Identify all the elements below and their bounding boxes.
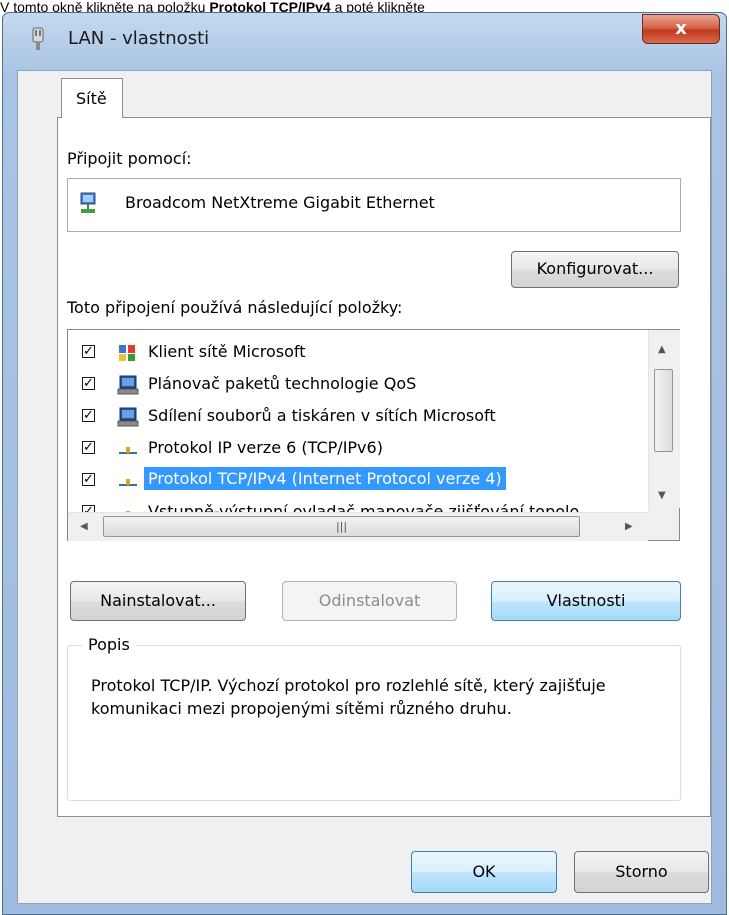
scroll-up-icon[interactable]: ▲ xyxy=(658,344,666,355)
item-checkbox[interactable]: ✓ xyxy=(82,441,95,454)
item-label: Protokol IP verze 6 (TCP/IPv6) xyxy=(148,438,383,457)
item-checkbox[interactable]: ✓ xyxy=(82,473,95,486)
list-item[interactable]: ✓ Protokol IP verze 6 (TCP/IPv6) xyxy=(68,434,648,466)
adapter-field: Broadcom NetXtreme Gigabit Ethernet xyxy=(67,178,681,232)
list-item[interactable]: ✓ Sdílení souborů a tiskáren v sítích Mi… xyxy=(68,402,648,434)
vertical-scroll-thumb[interactable] xyxy=(654,369,673,452)
scroll-down-icon[interactable]: ▼ xyxy=(658,490,666,501)
list-item[interactable]: ✓ Plánovač paketů technologie QoS xyxy=(68,370,648,402)
scroll-right-icon[interactable]: ▶ xyxy=(625,521,633,532)
cancel-button[interactable]: Storno xyxy=(574,851,709,893)
scroll-left-icon[interactable]: ◀ xyxy=(80,521,88,532)
item-label: Plánovač paketů technologie QoS xyxy=(148,374,417,393)
network-client-icon xyxy=(119,345,135,361)
tab-site[interactable]: Sítě xyxy=(61,78,123,118)
list-item[interactable]: ✓ Klient sítě Microsoft xyxy=(68,338,648,370)
scroll-corner xyxy=(648,508,679,540)
cancel-button-label: Storno xyxy=(615,862,668,881)
description-text: Protokol TCP/IP. Výchozí protokol pro ro… xyxy=(91,676,606,718)
configure-button-label: Konfigurovat... xyxy=(536,259,654,278)
uninstall-button-label: Odinstalovat xyxy=(318,591,421,610)
protocol-icon xyxy=(119,479,137,486)
install-button-label: Nainstalovat... xyxy=(100,591,216,610)
connect-using-label: Připojit pomocí: xyxy=(67,149,192,168)
properties-button-label: Vlastnosti xyxy=(546,591,626,610)
properties-button[interactable]: Vlastnosti xyxy=(491,581,681,621)
item-checkbox[interactable]: ✓ xyxy=(82,377,95,390)
list-item-selected[interactable]: ✓ Protokol TCP/IPv4 (Internet Protocol v… xyxy=(68,466,648,498)
computer-service-icon xyxy=(117,407,139,427)
network-adapter-icon xyxy=(32,27,44,50)
configure-button[interactable]: Konfigurovat... xyxy=(511,251,679,288)
ok-button[interactable]: OK xyxy=(411,851,557,893)
uninstall-button[interactable]: Odinstalovat xyxy=(282,581,457,621)
network-card-icon xyxy=(80,192,96,213)
item-label: Protokol TCP/IPv4 (Internet Protocol ver… xyxy=(144,467,506,490)
item-label: Klient sítě Microsoft xyxy=(148,342,306,361)
item-checkbox[interactable]: ✓ xyxy=(82,409,95,422)
description-group xyxy=(67,645,681,801)
install-button[interactable]: Nainstalovat... xyxy=(70,581,246,621)
horizontal-scroll-thumb[interactable]: ||| xyxy=(103,516,580,537)
protocol-icon xyxy=(119,447,137,454)
description-title: Popis xyxy=(82,635,136,654)
tab-label: Sítě xyxy=(76,89,107,108)
ok-button-label: OK xyxy=(472,862,496,881)
close-button[interactable]: x xyxy=(642,14,720,44)
window-title: LAN - vlastnosti xyxy=(68,28,210,49)
items-label: Toto připojení používá následující polož… xyxy=(67,298,403,317)
item-checkbox[interactable]: ✓ xyxy=(82,345,95,358)
adapter-name: Broadcom NetXtreme Gigabit Ethernet xyxy=(125,193,435,212)
items-listbox[interactable]: ✓ Klient sítě Microsoft ✓ Plánovač paket… xyxy=(67,329,680,541)
item-label: Sdílení souborů a tiskáren v sítích Micr… xyxy=(148,406,496,425)
computer-service-icon xyxy=(117,375,139,395)
